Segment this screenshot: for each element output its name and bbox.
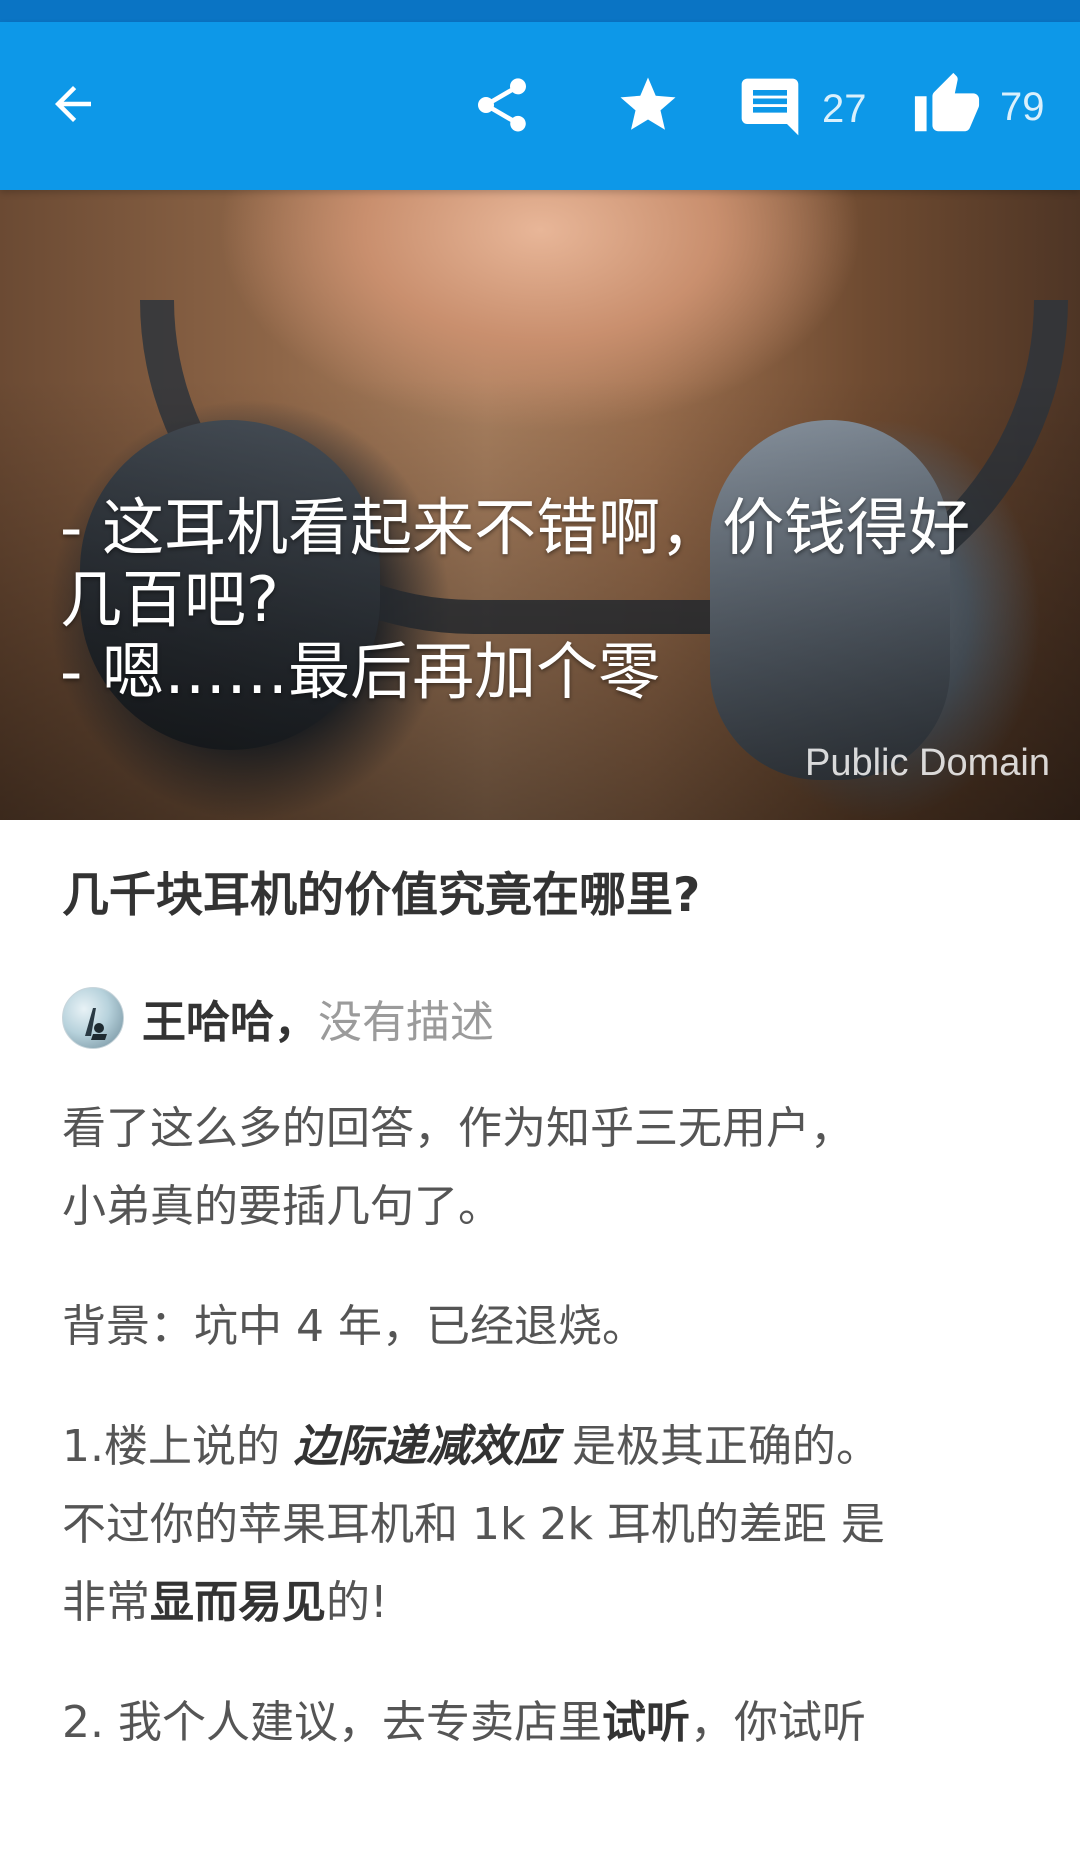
hero-caption-line: 几百吧?: [60, 563, 279, 636]
hero-caption: - 这耳机看起来不错啊，价钱得好 几百吧? - 嗯……最后再加个零: [60, 492, 1040, 708]
comments-button[interactable]: 27: [736, 74, 867, 144]
back-button[interactable]: [46, 74, 116, 138]
hero-caption-line: - 嗯……最后再加个零: [60, 635, 661, 708]
paragraph: 2. 我个人建议，去专卖店里试听，你试听: [62, 1697, 866, 1748]
author-description: 没有描述: [318, 997, 494, 1048]
top-app-bar: 27 79: [0, 22, 1080, 190]
favorite-button[interactable]: [615, 72, 685, 142]
avatar-image: [85, 1008, 107, 1040]
share-icon: [470, 73, 534, 141]
question-title[interactable]: 几千块耳机的价值究竟在哪里?: [62, 864, 1022, 928]
article-body: 几千块耳机的价值究竟在哪里? 王哈哈， 没有描述 看了这么多的回答，作为知乎三无…: [62, 820, 1022, 1762]
like-count: 79: [1000, 84, 1045, 129]
paragraph: 看了这么多的回答，作为知乎三无用户， 小弟真的要插几句了。: [62, 1103, 854, 1232]
emphasis-text: 边际递减效应: [293, 1421, 558, 1472]
like-button[interactable]: 79: [912, 72, 1045, 142]
bold-text: 显而易见: [150, 1577, 326, 1628]
star-icon: [615, 72, 681, 142]
paragraph: 背景：坑中 4 年，已经退烧。: [62, 1301, 646, 1352]
hero-image: - 这耳机看起来不错啊，价钱得好 几百吧? - 嗯……最后再加个零 Public…: [0, 190, 1080, 820]
author-row[interactable]: 王哈哈， 没有描述: [62, 986, 1022, 1050]
image-credit: Public Domain: [805, 742, 1050, 784]
avatar[interactable]: [62, 987, 124, 1049]
bold-text: 试听: [601, 1697, 690, 1748]
arrow-left-icon: [46, 77, 100, 135]
hero-caption-line: - 这耳机看起来不错啊，价钱得好: [60, 491, 971, 564]
comment-count: 27: [822, 86, 867, 131]
comment-icon: [736, 73, 804, 145]
status-bar: [0, 0, 1080, 22]
share-button[interactable]: [470, 72, 540, 142]
author-name[interactable]: 王哈哈，: [142, 986, 318, 1050]
thumbs-up-icon: [912, 70, 982, 144]
paragraph: 1.楼上说的 边际递减效应 是极其正确的。 不过你的苹果耳机和 1k 2k 耳机…: [62, 1421, 885, 1628]
